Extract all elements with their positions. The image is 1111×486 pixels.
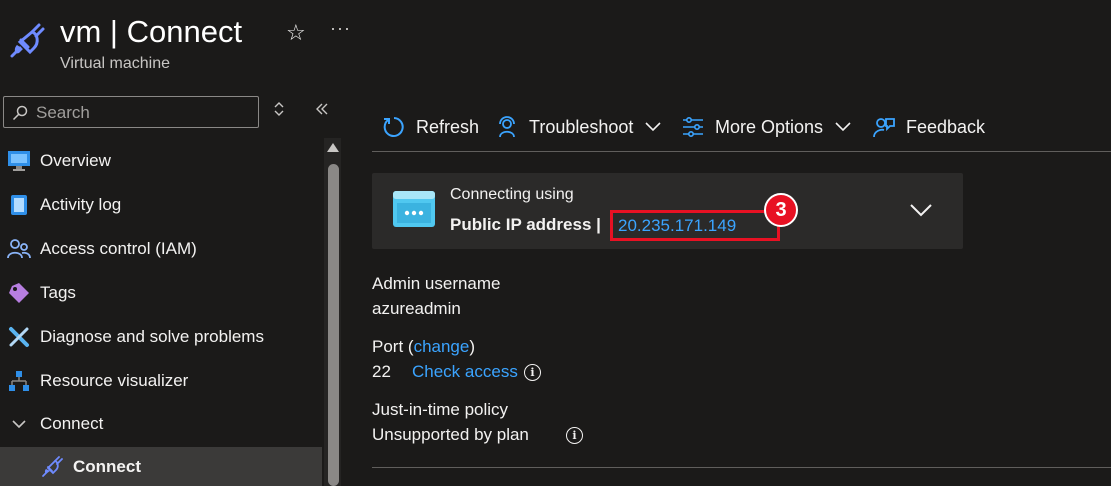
toolbar-divider bbox=[372, 151, 1111, 152]
sidebar-item-label: Connect bbox=[73, 456, 141, 476]
sidebar-item-connect[interactable]: Connect bbox=[0, 447, 322, 486]
admin-username-label: Admin username bbox=[372, 274, 501, 293]
chevron-down-icon bbox=[7, 412, 31, 436]
scrollbar-thumb[interactable] bbox=[328, 164, 339, 486]
jit-policy-label: Just-in-time policy bbox=[372, 400, 509, 419]
troubleshoot-label: Troubleshoot bbox=[529, 116, 634, 137]
refresh-button[interactable]: Refresh bbox=[382, 112, 479, 142]
refresh-label: Refresh bbox=[416, 116, 480, 137]
port-value: 22 bbox=[372, 362, 391, 381]
annotation-badge: 3 bbox=[764, 193, 798, 227]
ellipsis-icon[interactable]: ··· bbox=[330, 18, 351, 39]
feedback-label: Feedback bbox=[906, 116, 986, 137]
info-icon[interactable]: i bbox=[524, 364, 541, 381]
port-suffix: ) bbox=[469, 337, 476, 356]
feedback-button[interactable]: Feedback bbox=[872, 112, 985, 142]
sidebar-item-activity-log[interactable]: Activity log bbox=[0, 183, 322, 227]
search-icon bbox=[12, 105, 28, 121]
sidebar-item-tags[interactable]: Tags bbox=[0, 271, 322, 315]
sort-icon[interactable] bbox=[273, 102, 285, 119]
annotation-highlight-box bbox=[610, 210, 780, 241]
refresh-icon bbox=[383, 117, 404, 137]
more-options-label: More Options bbox=[715, 116, 824, 137]
section-divider bbox=[372, 467, 1111, 468]
page-subtitle: Virtual machine bbox=[60, 55, 170, 72]
more-options-button[interactable]: More Options bbox=[681, 112, 851, 142]
sidebar-item-access-control[interactable]: Access control (IAM) bbox=[0, 227, 322, 271]
chevron-down-icon bbox=[645, 122, 661, 132]
sidebar-item-resource-visualizer[interactable]: Resource visualizer bbox=[0, 359, 322, 403]
sidebar-item-label: Activity log bbox=[40, 195, 122, 214]
port-prefix: Port ( bbox=[372, 337, 414, 356]
jit-policy-value: Unsupported by plan bbox=[372, 425, 529, 444]
chevron-down-icon[interactable] bbox=[909, 203, 933, 217]
tag-icon bbox=[7, 281, 31, 305]
search-input[interactable]: Search bbox=[3, 96, 259, 128]
port-label: Port ( change ) bbox=[372, 337, 475, 357]
collapse-sidebar-icon[interactable] bbox=[315, 100, 329, 121]
search-placeholder: Search bbox=[36, 103, 90, 122]
admin-username-value: azureadmin bbox=[372, 299, 461, 318]
plug-icon bbox=[40, 455, 64, 479]
sidebar-item-diagnose[interactable]: Diagnose and solve problems bbox=[0, 315, 322, 359]
sidebar-item-overview[interactable]: Overview bbox=[0, 139, 322, 183]
change-port-link[interactable]: change bbox=[414, 337, 470, 357]
sidebar-item-label: Tags bbox=[40, 283, 76, 302]
public-ip-icon bbox=[393, 191, 435, 227]
sidebar-item-label: Diagnose and solve problems bbox=[40, 327, 264, 346]
wrench-icon bbox=[7, 325, 31, 349]
sidebar-group-connect[interactable]: Connect bbox=[0, 402, 322, 446]
star-icon[interactable]: ☆ bbox=[286, 20, 306, 46]
people-icon bbox=[7, 237, 31, 261]
plug-icon bbox=[10, 23, 45, 58]
sidebar-item-label: Resource visualizer bbox=[40, 371, 189, 390]
page-title: vm | Connect bbox=[60, 14, 243, 49]
sidebar-item-label: Connect bbox=[40, 414, 104, 433]
scroll-up-icon[interactable] bbox=[327, 143, 339, 152]
chevron-down-icon bbox=[835, 122, 851, 132]
info-icon[interactable]: i bbox=[566, 427, 583, 444]
sliders-icon bbox=[683, 116, 703, 137]
connecting-using-label: Connecting using bbox=[450, 186, 574, 203]
sidebar-item-label: Access control (IAM) bbox=[40, 239, 197, 258]
connection-method: Public IP address | bbox=[450, 215, 601, 234]
troubleshoot-icon bbox=[499, 116, 515, 138]
check-access-link[interactable]: Check access bbox=[412, 362, 518, 382]
log-icon bbox=[7, 193, 31, 217]
troubleshoot-button[interactable]: Troubleshoot bbox=[495, 112, 661, 142]
hierarchy-icon bbox=[7, 369, 31, 393]
monitor-icon bbox=[7, 149, 31, 173]
feedback-icon bbox=[873, 118, 895, 138]
sidebar-item-label: Overview bbox=[40, 151, 111, 170]
